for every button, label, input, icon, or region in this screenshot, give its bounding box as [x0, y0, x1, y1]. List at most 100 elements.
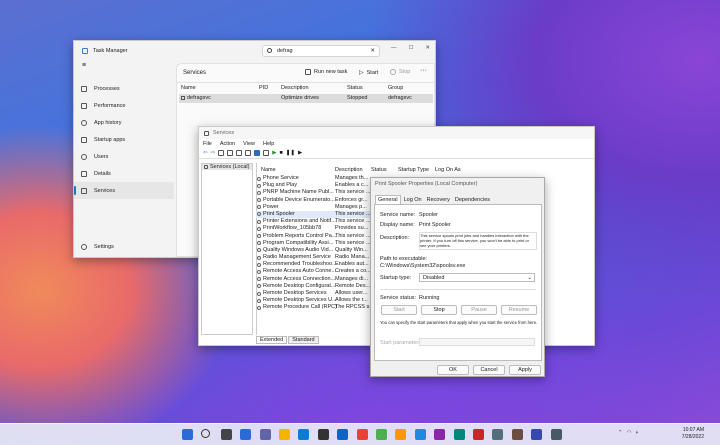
column-header-description[interactable]: Description [281, 85, 309, 91]
menu-file[interactable]: File [203, 141, 212, 147]
sidebar-item-services[interactable]: Services [74, 182, 174, 199]
close-icon[interactable]: ✕ [425, 45, 430, 51]
table-row[interactable]: Plug and Play Enables a c... [256, 182, 376, 189]
table-row[interactable]: Remote Desktop Services U... Allows the r… [256, 297, 376, 304]
tab-recovery[interactable]: Recovery [425, 196, 452, 204]
app-icon[interactable] [550, 429, 562, 440]
tab-extended[interactable]: Extended [256, 336, 288, 344]
tree-item-services-local[interactable]: Services (Local) [202, 164, 252, 170]
table-row[interactable]: Portable Device Enumerato... Enforces gr.… [256, 197, 376, 204]
start-button[interactable]: Start [381, 305, 417, 315]
chat-icon[interactable] [259, 429, 271, 440]
chrome-icon[interactable] [356, 429, 368, 440]
ok-button[interactable]: OK [437, 365, 469, 375]
play-icon[interactable]: ▶ [272, 150, 276, 156]
view-icon[interactable] [263, 150, 270, 156]
table-row[interactable]: Remote Desktop Configurat... Remote Des..… [256, 283, 376, 290]
wifi-icon[interactable]: ◠ [627, 430, 632, 436]
menu-view[interactable]: View [243, 141, 255, 147]
app-icon[interactable] [453, 429, 465, 440]
search-input[interactable]: defrag ✕ [262, 45, 380, 57]
more-options-icon[interactable]: ··· [420, 67, 427, 74]
table-row[interactable]: Print Spooler This service ... [256, 210, 376, 219]
table-row[interactable]: Radio Management Service Radio Mana... [256, 254, 376, 261]
table-row[interactable]: Program Compatibility Assi... This servic… [256, 240, 376, 247]
table-row[interactable]: defragsvc Optimize drives Stopped defrag… [179, 94, 433, 103]
table-row[interactable]: Problem Reports Control Pa... This servic… [256, 233, 376, 240]
sidebar-item-details[interactable]: Details [74, 165, 174, 182]
menu-help[interactable]: Help [263, 141, 274, 147]
refresh-icon[interactable] [236, 150, 243, 156]
table-row[interactable]: PNRP Machine Name Publ... This service ..… [256, 189, 376, 196]
column-header-status[interactable]: Status [371, 167, 387, 173]
column-header-name[interactable]: Name [181, 85, 196, 91]
menu-action[interactable]: Action [220, 141, 235, 147]
table-row[interactable]: Phone Service Manages th... [256, 175, 376, 182]
column-header-group[interactable]: Group [388, 85, 403, 91]
tab-general[interactable]: General [375, 195, 401, 204]
table-row[interactable]: Remote Access Connection... Manages di... [256, 276, 376, 283]
column-header-description[interactable]: Description [335, 167, 363, 173]
store-icon[interactable] [317, 429, 329, 440]
start-parameters-input[interactable] [419, 338, 535, 346]
clear-search-icon[interactable]: ✕ [370, 46, 375, 56]
console-tree-icon[interactable] [218, 150, 225, 156]
startup-type-select[interactable]: Disabled ⌄ [419, 273, 535, 282]
sidebar-item-settings[interactable]: Settings [81, 244, 114, 250]
back-icon[interactable]: ⇦ [203, 150, 208, 156]
edge-icon[interactable] [298, 429, 310, 440]
sidebar-item-processes[interactable]: Processes [74, 80, 174, 97]
column-header-log-on-as[interactable]: Log On As [435, 167, 461, 173]
restart-icon[interactable]: ▶ [298, 150, 302, 156]
start-button[interactable]: ▷ Start [359, 69, 378, 77]
run-new-task-button[interactable]: Run new task [305, 69, 347, 75]
app-icon[interactable] [511, 429, 523, 440]
column-header-pid[interactable]: PID [259, 85, 268, 91]
table-row[interactable]: PrintWorkflow_105bb78 Provides su... [256, 225, 376, 232]
app-icon[interactable] [395, 429, 407, 440]
table-row[interactable]: Remote Procedure Call (RPC) The RPCSS s..… [256, 304, 376, 311]
table-row[interactable]: Printer Extensions and Notif... This serv… [256, 218, 376, 225]
stop-icon[interactable]: ■ [279, 150, 282, 156]
table-row[interactable]: Power Manages p... [256, 204, 376, 211]
help-icon[interactable] [254, 150, 261, 156]
pause-icon[interactable]: ❚❚ [286, 150, 295, 156]
tab-log-on[interactable]: Log On [402, 196, 424, 204]
app-icon[interactable] [376, 429, 387, 440]
column-header-startup-type[interactable]: Startup Type [398, 167, 429, 173]
chevron-up-icon[interactable]: ⌃ [618, 430, 623, 436]
table-row[interactable]: Quality Windows Audio Vid... Quality Win.… [256, 247, 376, 254]
table-row[interactable]: Remote Access Auto Conne... Creates a co.… [256, 268, 376, 275]
mail-icon[interactable] [337, 429, 349, 440]
hamburger-icon[interactable]: ≡ [82, 62, 86, 69]
export-icon[interactable] [245, 150, 252, 156]
properties-icon[interactable] [227, 150, 234, 156]
maximize-icon[interactable]: ☐ [408, 45, 413, 51]
volume-icon[interactable]: ◗ [635, 430, 638, 436]
tab-dependencies[interactable]: Dependencies [453, 196, 492, 204]
cancel-button[interactable]: Cancel [473, 365, 505, 375]
apply-button[interactable]: Apply [509, 365, 541, 375]
sidebar-item-users[interactable]: Users [74, 148, 174, 165]
table-row[interactable]: Recommended Troubleshoo... Enables aut... [256, 261, 376, 268]
sidebar-item-app-history[interactable]: App history [74, 114, 174, 131]
pause-button[interactable]: Pause [461, 305, 497, 315]
search-icon[interactable] [201, 429, 211, 438]
resume-button[interactable]: Resume [501, 305, 537, 315]
app-icon[interactable] [473, 429, 484, 440]
app-icon[interactable] [414, 429, 426, 440]
task-view-icon[interactable] [220, 429, 232, 440]
column-header-name[interactable]: Name [261, 167, 276, 173]
app-icon[interactable] [434, 429, 446, 440]
forward-icon[interactable]: ⇨ [211, 150, 216, 156]
minimize-icon[interactable]: — [391, 45, 397, 51]
table-row[interactable]: Remote Desktop Services Allows user... [256, 290, 376, 297]
explorer-icon[interactable] [279, 429, 290, 440]
app-icon[interactable] [531, 429, 543, 440]
clock[interactable]: 10:07 AM 7/28/2022 [672, 427, 704, 441]
stop-button[interactable]: Stop [390, 69, 410, 75]
tab-standard[interactable]: Standard [288, 336, 319, 344]
column-header-status[interactable]: Status [347, 85, 363, 91]
stop-button[interactable]: Stop [421, 305, 457, 315]
widgets-icon[interactable] [240, 429, 252, 440]
